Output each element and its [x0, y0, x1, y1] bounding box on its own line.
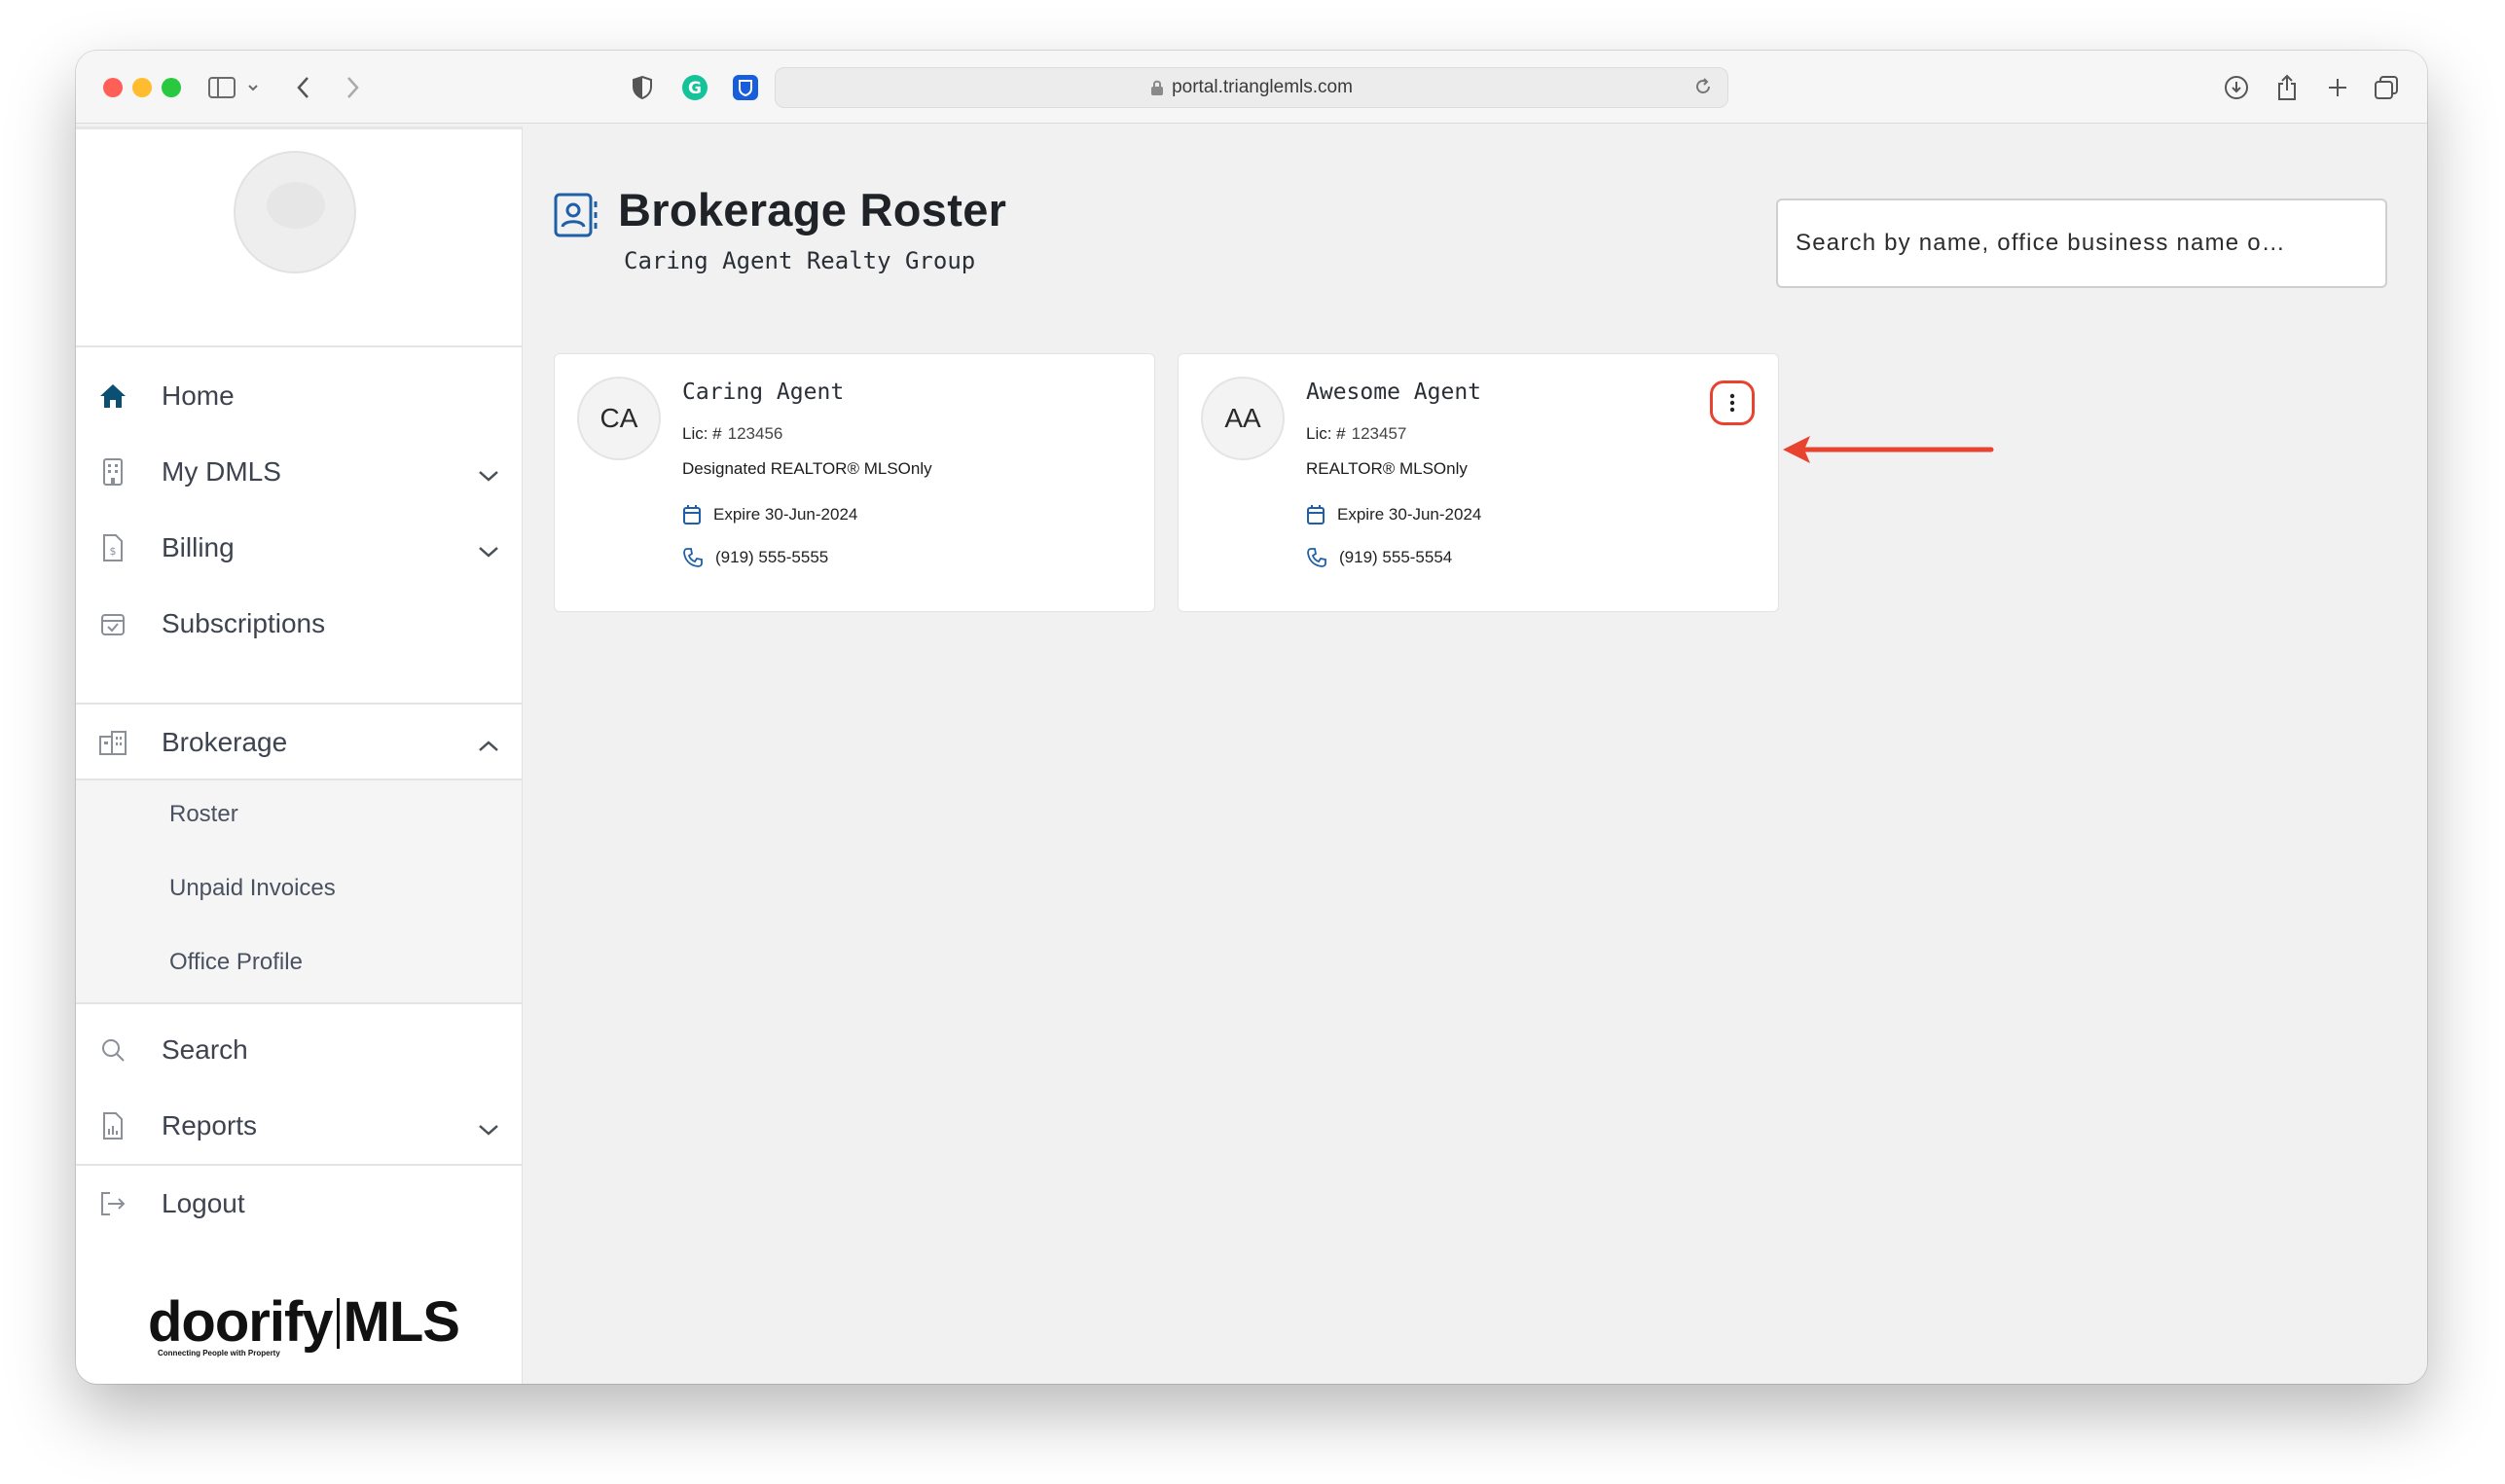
svg-text:G: G — [688, 79, 702, 98]
agent-card[interactable]: CA Caring Agent Lic: #123456 Designated … — [554, 353, 1155, 612]
sidebar: Home My DMLS $ Billing Subscriptions Bro… — [76, 127, 523, 1384]
agent-role: Designated REALTOR® MLSOnly — [682, 459, 932, 478]
sidebar-divider — [76, 1002, 522, 1004]
page-subtitle: Caring Agent Realty Group — [624, 247, 976, 274]
sidebar-item-home[interactable]: Home — [76, 358, 522, 434]
annotation-highlight — [1710, 380, 1755, 425]
browser-toolbar: G portal.trianglemls.com — [76, 51, 2427, 124]
back-icon[interactable] — [286, 70, 321, 105]
tab-overview-icon[interactable] — [2369, 70, 2404, 105]
sidebar-item-billing[interactable]: $ Billing — [76, 510, 522, 586]
sidebar-item-reports[interactable]: Reports — [76, 1088, 522, 1164]
logout-icon — [97, 1188, 128, 1219]
agent-expiration: Expire 30-Jun-2024 — [682, 504, 857, 525]
lock-icon — [1151, 80, 1164, 95]
forward-icon[interactable] — [335, 70, 370, 105]
chevron-up-icon[interactable] — [477, 730, 500, 761]
brokerage-submenu: Roster Unpaid Invoices Office Profile — [76, 780, 522, 1002]
sidebar-top-divider — [76, 127, 522, 129]
downloads-icon[interactable] — [2219, 70, 2254, 105]
invoice-icon: $ — [97, 532, 128, 563]
reload-icon[interactable] — [1692, 76, 1714, 97]
sidebar-subitem-office-profile[interactable]: Office Profile — [169, 949, 303, 976]
agent-phone[interactable]: (919) 555-5555 — [682, 547, 828, 568]
search-placeholder: Search by name, office business name o… — [1796, 230, 2286, 256]
user-avatar[interactable] — [234, 151, 356, 273]
annotation-arrow-icon — [1783, 436, 1994, 463]
chevron-down-icon[interactable] — [477, 1113, 500, 1144]
page-title: Brokerage Roster — [618, 184, 1007, 235]
phone-icon — [683, 548, 703, 567]
more-options-button[interactable] — [1710, 380, 1755, 425]
grammarly-extension-icon[interactable]: G — [677, 70, 712, 105]
report-icon — [97, 1110, 128, 1141]
building-icon — [97, 456, 128, 488]
roster-search-input[interactable]: Search by name, office business name o… — [1776, 199, 2387, 288]
new-tab-icon[interactable] — [2320, 70, 2355, 105]
brand-name-right: MLS — [343, 1290, 460, 1354]
sidebar-item-my-dmls[interactable]: My DMLS — [76, 434, 522, 510]
agent-card[interactable]: AA Awesome Agent Lic: #123457 REALTOR® M… — [1178, 353, 1779, 612]
sidebar-item-logout[interactable]: Logout — [76, 1166, 522, 1242]
agent-avatar: AA — [1201, 377, 1285, 460]
browser-window: G portal.trianglemls.com Home My DMLS $ … — [76, 51, 2427, 1384]
share-icon[interactable] — [2269, 70, 2305, 105]
phone-icon — [1307, 548, 1326, 567]
main-content: Brokerage Roster Caring Agent Realty Gro… — [523, 127, 2427, 1384]
close-window-button[interactable] — [103, 78, 123, 97]
chevron-down-icon[interactable] — [236, 70, 271, 105]
search-icon — [97, 1034, 128, 1066]
privacy-shield-icon[interactable] — [625, 70, 660, 105]
agent-phone[interactable]: (919) 555-5554 — [1306, 547, 1452, 568]
chevron-down-icon[interactable] — [477, 459, 500, 490]
sidebar-subitem-unpaid-invoices[interactable]: Unpaid Invoices — [169, 875, 336, 902]
sidebar-subitem-roster[interactable]: Roster — [169, 801, 238, 828]
sidebar-toggle-icon[interactable] — [204, 70, 239, 105]
agent-license: Lic: #123456 — [682, 424, 783, 443]
sidebar-divider — [76, 345, 522, 347]
calendar-icon — [683, 505, 701, 525]
office-icon — [97, 727, 128, 758]
agent-expiration: Expire 30-Jun-2024 — [1306, 504, 1481, 525]
calendar-check-icon — [97, 608, 128, 639]
agent-avatar: CA — [577, 377, 661, 460]
agent-name: Caring Agent — [682, 380, 845, 405]
contact-card-icon — [553, 192, 599, 243]
svg-text:$: $ — [110, 545, 117, 558]
chevron-down-icon[interactable] — [477, 535, 500, 566]
agent-license: Lic: #123457 — [1306, 424, 1407, 443]
url-text: portal.trianglemls.com — [1172, 77, 1353, 97]
brand-name-left: doorify — [148, 1290, 334, 1354]
address-bar[interactable]: portal.trianglemls.com — [775, 67, 1728, 108]
sidebar-item-brokerage[interactable]: Brokerage — [76, 705, 522, 780]
calendar-icon — [1307, 505, 1325, 525]
sidebar-item-subscriptions[interactable]: Subscriptions — [76, 586, 522, 662]
zoom-window-button[interactable] — [162, 78, 181, 97]
agent-name: Awesome Agent — [1306, 380, 1482, 405]
agent-role: REALTOR® MLSOnly — [1306, 459, 1468, 478]
doorify-mls-logo: doorify MLS Connecting People with Proper… — [148, 1294, 460, 1358]
bitwarden-extension-icon[interactable] — [728, 70, 763, 105]
home-icon — [97, 380, 128, 412]
sidebar-item-search[interactable]: Search — [76, 1012, 522, 1088]
minimize-window-button[interactable] — [132, 78, 152, 97]
